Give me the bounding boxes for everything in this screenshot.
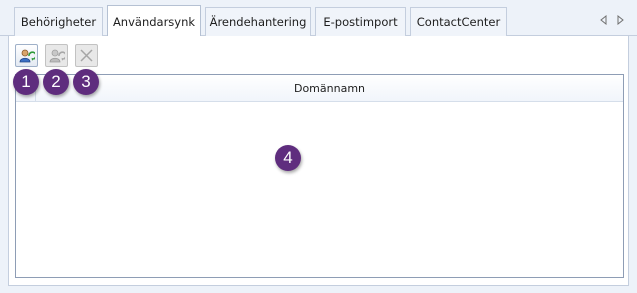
tab-label: Ärendehantering bbox=[209, 15, 307, 29]
sync-user-icon bbox=[49, 49, 65, 63]
sync-users-button[interactable] bbox=[15, 44, 38, 67]
triangle-right-icon bbox=[617, 15, 624, 25]
tab-contactcenter[interactable]: ContactCenter bbox=[410, 7, 507, 36]
close-x-icon bbox=[80, 49, 93, 62]
tab-scroll-right-button[interactable] bbox=[615, 13, 627, 27]
tab-label: ContactCenter bbox=[416, 15, 501, 29]
tab-panel-anvandarsynk: Domännamn bbox=[8, 36, 629, 286]
domain-grid[interactable]: Domännamn bbox=[15, 74, 624, 278]
callout-number: 4 bbox=[283, 148, 293, 167]
callout-badge-1: 1 bbox=[13, 69, 39, 95]
tab-scroll-left-button[interactable] bbox=[597, 13, 609, 27]
column-header-domannamn[interactable]: Domännamn bbox=[36, 75, 623, 102]
sync-user-icon bbox=[19, 49, 35, 63]
column-header-label: Domännamn bbox=[293, 82, 366, 95]
tab-label: Användarsynk bbox=[112, 14, 196, 29]
tab-arendehantering[interactable]: Ärendehantering bbox=[205, 7, 311, 36]
tab-behorigheter[interactable]: Behörigheter bbox=[14, 7, 103, 36]
callout-number: 3 bbox=[81, 72, 91, 91]
tab-strip: Behörigheter Användarsynk Ärendehanterin… bbox=[0, 0, 637, 37]
grid-header: Domännamn bbox=[16, 75, 623, 102]
tab-e-postimport[interactable]: E-postimport bbox=[315, 7, 406, 36]
tab-anvandarsynk[interactable]: Användarsynk bbox=[107, 5, 201, 37]
callout-badge-3: 3 bbox=[73, 69, 99, 95]
callout-badge-4: 4 bbox=[275, 145, 301, 171]
tab-label: E-postimport bbox=[323, 15, 398, 29]
callout-number: 1 bbox=[21, 72, 31, 91]
remove-button[interactable] bbox=[75, 44, 98, 67]
sync-selected-button[interactable] bbox=[45, 44, 68, 67]
callout-number: 2 bbox=[51, 72, 61, 91]
triangle-left-icon bbox=[600, 15, 607, 25]
callout-badge-2: 2 bbox=[43, 69, 69, 95]
tab-label: Behörigheter bbox=[20, 15, 97, 29]
